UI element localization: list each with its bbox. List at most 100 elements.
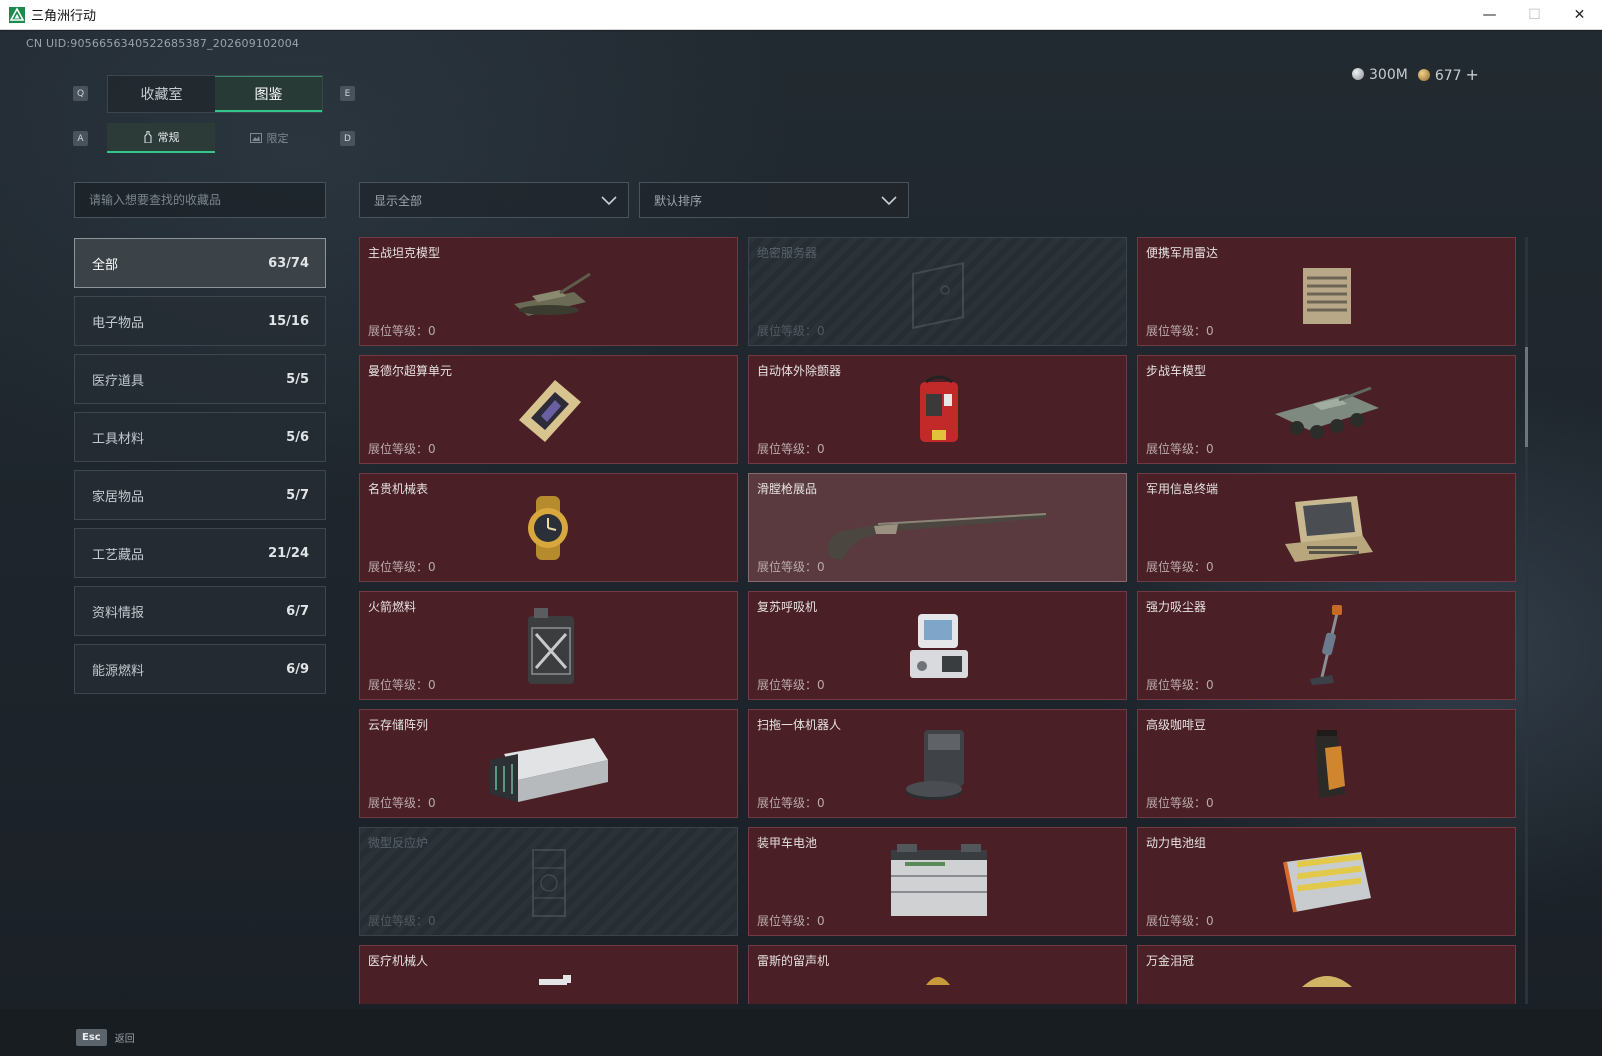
battery-pack-icon bbox=[1282, 852, 1371, 913]
back-button[interactable]: Esc 返回 bbox=[76, 1029, 135, 1046]
silver-coin-icon bbox=[1352, 67, 1364, 80]
add-currency-button[interactable]: + bbox=[1466, 65, 1479, 84]
collectible-card[interactable]: 强力吸尘器 展位等级：0 bbox=[1137, 591, 1516, 700]
tab-catalog[interactable]: 图鉴 bbox=[215, 76, 322, 112]
collectible-card[interactable]: 步战车模型 展位等级：0 bbox=[1137, 355, 1516, 464]
category-count: 6/9 bbox=[286, 661, 309, 677]
tab-limited-label: 限定 bbox=[266, 132, 289, 145]
sub-tabs: 常规 限定 bbox=[107, 123, 323, 153]
coffee-bag-icon bbox=[1314, 730, 1345, 798]
collectible-card[interactable]: 名贵机械表 展位等级：0 bbox=[359, 473, 738, 582]
server-icon bbox=[911, 262, 964, 330]
musket-icon bbox=[827, 513, 1046, 560]
minimize-button[interactable]: — bbox=[1467, 0, 1512, 30]
window-title: 三角洲行动 bbox=[31, 9, 97, 24]
maximize-button[interactable]: ☐ bbox=[1512, 0, 1557, 30]
key-hint-a: A bbox=[73, 131, 88, 146]
collectible-card[interactable]: 扫拖一体机器人 展位等级：0 bbox=[748, 709, 1127, 818]
collectible-card[interactable]: 云存储阵列 展位等级：0 bbox=[359, 709, 738, 818]
bottom-bar: Esc 返回 bbox=[0, 1009, 1602, 1056]
collectible-card[interactable]: 绝密服务器 展位等级：0 bbox=[748, 237, 1127, 346]
terminal-icon bbox=[1284, 496, 1373, 562]
category-count: 63/74 bbox=[268, 255, 309, 271]
scroll-thumb[interactable] bbox=[1525, 347, 1528, 447]
category-household[interactable]: 家居物品 5/7 bbox=[74, 470, 326, 520]
category-all[interactable]: 全部 63/74 bbox=[74, 238, 326, 288]
crown-icon bbox=[1301, 976, 1352, 987]
gold-coin-icon bbox=[1417, 69, 1430, 81]
collectible-card[interactable]: 军用信息终端 展位等级：0 bbox=[1137, 473, 1516, 582]
ifv-icon bbox=[1274, 386, 1379, 439]
main-tabs: 收藏室 图鉴 bbox=[107, 75, 323, 113]
game-viewport: CN UID:9056656340522685387_202609102004 … bbox=[0, 31, 1602, 1056]
category-count: 6/7 bbox=[286, 603, 309, 619]
tab-regular-label: 常规 bbox=[157, 131, 180, 144]
storage-icon bbox=[489, 738, 608, 802]
grid-scrollbar[interactable] bbox=[1525, 237, 1528, 1004]
collectible-card[interactable]: 医疗机械人 展位等级：0 bbox=[359, 945, 738, 1004]
chevron-down-icon bbox=[881, 196, 897, 206]
collectible-grid: 主战坦克模型 展位等级：0 绝密服务器 展位等级：0 便携军用雷达 展位等级：0… bbox=[359, 237, 1529, 1004]
collectible-card[interactable]: 自动体外除颤器 展位等级：0 bbox=[748, 355, 1127, 464]
chevron-down-icon bbox=[601, 196, 617, 206]
collectible-card[interactable]: 雷斯的留声机 展位等级：0 bbox=[748, 945, 1127, 1004]
reactor-icon bbox=[531, 849, 566, 917]
watch-icon bbox=[527, 496, 568, 560]
defibrillator-icon bbox=[919, 375, 958, 442]
back-label: 返回 bbox=[114, 1034, 135, 1045]
filter-show-label: 显示全部 bbox=[374, 193, 423, 208]
collectible-card[interactable]: 动力电池组 展位等级：0 bbox=[1137, 827, 1516, 936]
category-energy[interactable]: 能源燃料 6/9 bbox=[74, 644, 326, 694]
collectible-card[interactable]: 主战坦克模型 展位等级：0 bbox=[359, 237, 738, 346]
battery-icon bbox=[890, 844, 987, 916]
category-count: 21/24 bbox=[268, 545, 309, 561]
category-electronics[interactable]: 电子物品 15/16 bbox=[74, 296, 326, 346]
collectible-card[interactable]: 火箭燃料 展位等级：0 bbox=[359, 591, 738, 700]
currency-bar: 300M 677 + bbox=[1352, 65, 1479, 84]
collectible-card[interactable]: 曼德尔超算单元 展位等级：0 bbox=[359, 355, 738, 464]
bottle-icon bbox=[144, 131, 151, 143]
category-count: 5/6 bbox=[286, 429, 309, 445]
vacuum-icon bbox=[1309, 605, 1342, 685]
phonograph-icon bbox=[925, 977, 950, 985]
collectible-card[interactable]: 复苏呼吸机 展位等级：0 bbox=[748, 591, 1127, 700]
collectible-card[interactable]: 装甲车电池 展位等级：0 bbox=[748, 827, 1127, 936]
ventilator-icon bbox=[909, 614, 968, 678]
esc-key-hint: Esc bbox=[76, 1029, 107, 1046]
tank-icon bbox=[513, 272, 591, 316]
close-button[interactable]: ✕ bbox=[1557, 0, 1602, 30]
category-label: 资料情报 bbox=[92, 605, 145, 621]
medical-robot-icon bbox=[538, 975, 571, 985]
category-tools[interactable]: 工具材料 5/6 bbox=[74, 412, 326, 462]
robot-vacuum-icon bbox=[905, 730, 964, 800]
category-label: 能源燃料 bbox=[92, 663, 145, 679]
category-list: 全部 63/74 电子物品 15/16 医疗道具 5/5 工具材料 5/6 家居物品 5/… bbox=[74, 238, 326, 702]
category-intel[interactable]: 资料情报 6/7 bbox=[74, 586, 326, 636]
window-titlebar: 三角洲行动 — ☐ ✕ bbox=[0, 0, 1602, 30]
tab-regular[interactable]: 常规 bbox=[107, 123, 215, 153]
collectible-card[interactable]: 高级咖啡豆 展位等级：0 bbox=[1137, 709, 1516, 818]
player-uid: CN UID:9056656340522685387_202609102004 bbox=[26, 37, 300, 50]
collectible-search-input[interactable] bbox=[74, 182, 326, 218]
collectible-card[interactable]: 滑膛枪展品 展位等级：0 bbox=[748, 473, 1127, 582]
sort-dropdown[interactable]: 默认排序 bbox=[639, 182, 909, 218]
category-label: 家居物品 bbox=[92, 489, 145, 505]
category-count: 5/5 bbox=[286, 371, 309, 387]
tab-collection-room[interactable]: 收藏室 bbox=[108, 76, 215, 112]
radar-icon bbox=[1302, 268, 1351, 324]
silver-amount: 300M bbox=[1369, 66, 1408, 83]
collectible-card[interactable]: 便携军用雷达 展位等级：0 bbox=[1137, 237, 1516, 346]
key-hint-e: E bbox=[340, 86, 355, 101]
fuel-can-icon bbox=[527, 608, 574, 684]
tab-limited[interactable]: 限定 bbox=[215, 123, 323, 153]
category-label: 工具材料 bbox=[92, 431, 145, 447]
category-crafts[interactable]: 工艺藏品 21/24 bbox=[74, 528, 326, 578]
app-logo-icon bbox=[9, 6, 25, 23]
collectible-card[interactable]: 万金泪冠 展位等级：0 bbox=[1137, 945, 1516, 1004]
category-medical[interactable]: 医疗道具 5/5 bbox=[74, 354, 326, 404]
category-label: 工艺藏品 bbox=[92, 547, 145, 563]
filter-show-dropdown[interactable]: 显示全部 bbox=[359, 182, 629, 218]
collectible-card[interactable]: 微型反应炉 展位等级：0 bbox=[359, 827, 738, 936]
category-count: 5/7 bbox=[286, 487, 309, 503]
gold-amount: 677 bbox=[1434, 68, 1462, 84]
